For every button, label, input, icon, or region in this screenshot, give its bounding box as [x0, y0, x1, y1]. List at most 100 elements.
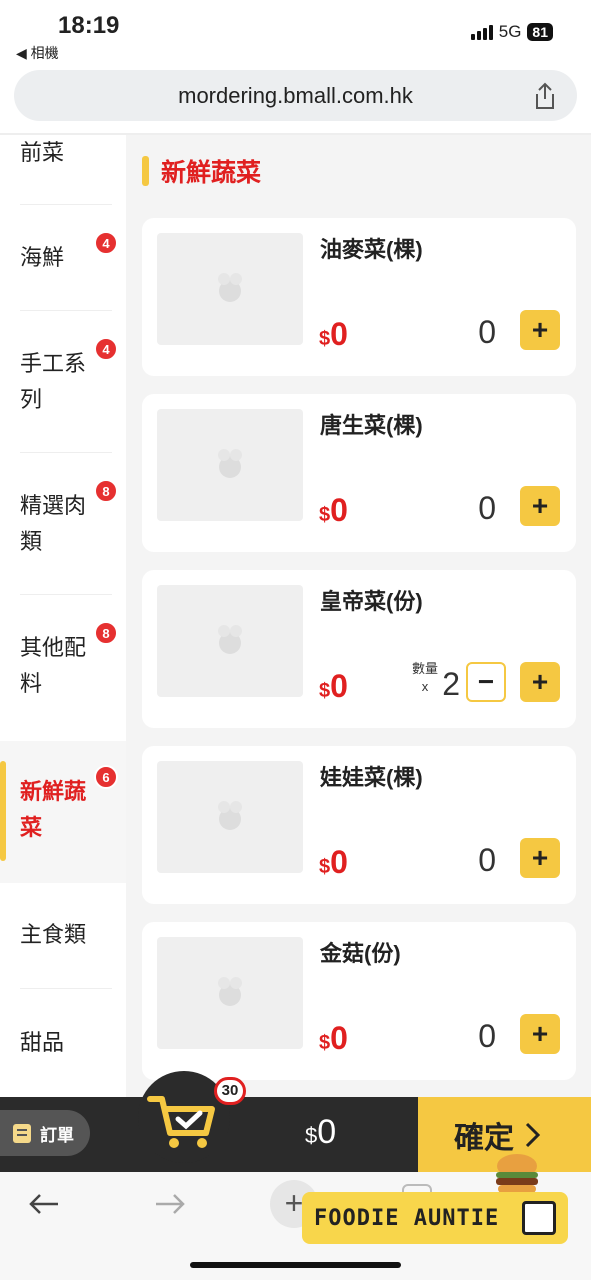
bee-logo-icon: [218, 977, 242, 1006]
watermark-text: FOODIE AUNTIE: [314, 1206, 500, 1231]
sidebar-item-starters[interactable]: 前菜: [0, 135, 126, 205]
category-label: 前菜: [20, 140, 65, 165]
quantity-value: 0: [478, 1018, 496, 1054]
product-price: $0: [319, 844, 348, 881]
product-price: $0: [319, 316, 348, 353]
category-label: 主食類: [20, 922, 87, 947]
sidebar-item-staples[interactable]: 主食類: [0, 883, 126, 989]
category-label: 手工系列: [20, 351, 87, 412]
clipboard-icon: [13, 1124, 31, 1143]
currency-symbol: $: [319, 680, 331, 702]
product-card: 金菇(份) $0 0 +: [142, 922, 576, 1080]
product-price: $0: [319, 492, 348, 529]
price-value: 0: [330, 844, 348, 880]
count-badge: 4: [94, 337, 118, 361]
product-name: 皇帝菜(份): [320, 589, 423, 614]
forward-arrow-icon[interactable]: [148, 1184, 192, 1224]
home-indicator: [190, 1262, 401, 1268]
product-image-placeholder: [157, 409, 303, 521]
product-price: $0: [319, 1020, 348, 1057]
sidebar-item-fresh-vegetables[interactable]: 新鮮蔬菜 6: [0, 741, 126, 883]
product-image-placeholder: [157, 233, 303, 345]
count-badge: 8: [94, 479, 118, 503]
bee-logo-icon: [218, 449, 242, 478]
burger-logo-icon: [496, 1154, 538, 1193]
product-card: 娃娃菜(棵) $0 0 +: [142, 746, 576, 904]
chevron-right-icon: [525, 1122, 541, 1147]
order-list-button[interactable]: 訂單: [0, 1110, 90, 1156]
category-label: 甜品: [20, 1030, 65, 1055]
category-sidebar: 前菜 海鮮 4 手工系列 4 精選肉類 8 其他配料 8 新鮮蔬菜 6 主食類 …: [0, 135, 126, 1097]
category-label: 精選肉類: [20, 493, 87, 554]
product-card: 唐生菜(棵) $0 0 +: [142, 394, 576, 552]
sidebar-item-other-toppings[interactable]: 其他配料 8: [0, 595, 126, 741]
count-badge: 6: [94, 765, 118, 789]
foodie-auntie-watermark: FOODIE AUNTIE: [302, 1192, 568, 1244]
status-bar: 18:19 ◀ 相機 5G 81: [0, 0, 591, 64]
price-value: 0: [330, 316, 348, 352]
category-label: 其他配料: [20, 635, 87, 696]
order-list-label: 訂單: [40, 1125, 74, 1145]
cart-total: $0: [305, 1113, 336, 1152]
bee-logo-icon: [218, 801, 242, 830]
add-button[interactable]: +: [520, 486, 560, 526]
share-icon[interactable]: [533, 82, 557, 110]
total-value: 0: [317, 1113, 337, 1151]
price-value: 0: [330, 1020, 348, 1056]
add-button[interactable]: +: [520, 310, 560, 350]
add-button[interactable]: +: [520, 838, 560, 878]
price-value: 0: [330, 668, 348, 704]
signal-icon: [470, 24, 493, 40]
product-name: 油麥菜(棵): [320, 237, 423, 262]
remove-button[interactable]: −: [466, 662, 506, 702]
price-value: 0: [330, 492, 348, 528]
sidebar-item-seafood[interactable]: 海鮮 4: [0, 205, 126, 311]
active-indicator: [0, 761, 6, 861]
cart-count-badge: 30: [214, 1077, 246, 1105]
quantity-value: 0: [478, 314, 496, 350]
product-name: 金菇(份): [320, 941, 401, 966]
product-image-placeholder: [157, 937, 303, 1049]
quantity-value: 0: [478, 490, 496, 526]
currency-symbol: $: [319, 856, 331, 878]
category-label: 新鮮蔬菜: [20, 779, 87, 840]
product-image-placeholder: [157, 761, 303, 873]
sidebar-item-meats[interactable]: 精選肉類 8: [0, 453, 126, 595]
bee-logo-icon: [218, 625, 242, 654]
back-arrow-icon[interactable]: [22, 1184, 66, 1224]
address-bar[interactable]: mordering.bmall.com.hk: [14, 70, 577, 121]
clock: 18:19: [58, 12, 120, 39]
battery-icon: 81: [527, 23, 553, 41]
sidebar-item-handmade[interactable]: 手工系列 4: [0, 311, 126, 453]
currency-symbol: $: [319, 504, 331, 526]
category-label: 海鮮: [20, 245, 65, 270]
quantity-value: 2: [442, 666, 460, 702]
quantity-multiplier: x: [421, 679, 429, 694]
product-name: 唐生菜(棵): [320, 413, 423, 438]
currency-symbol: $: [305, 1123, 318, 1148]
heading-accent: [142, 156, 149, 186]
magnifier-icon: [522, 1201, 556, 1235]
bee-logo-icon: [218, 273, 242, 302]
currency-symbol: $: [319, 1032, 331, 1054]
back-to-app-link[interactable]: ◀ 相機: [16, 43, 59, 63]
quantity-caption-text: 數量: [411, 661, 438, 676]
product-list: 新鮮蔬菜 油麥菜(棵) $0 0 + 唐生菜(棵) $0 0 + 皇帝菜(份) …: [126, 135, 591, 1097]
add-button[interactable]: +: [520, 1014, 560, 1054]
count-badge: 8: [94, 621, 118, 645]
section-heading: 新鮮蔬菜: [142, 153, 261, 189]
product-price: $0: [319, 668, 348, 705]
sidebar-item-desserts[interactable]: 甜品: [0, 989, 126, 1097]
currency-symbol: $: [319, 328, 331, 350]
quantity-caption: 數量 x: [412, 660, 438, 696]
product-image-placeholder: [157, 585, 303, 697]
product-card: 油麥菜(棵) $0 0 +: [142, 218, 576, 376]
section-title: 新鮮蔬菜: [161, 159, 262, 187]
status-icons: 5G 81: [470, 22, 553, 42]
quantity-value: 0: [478, 842, 496, 878]
product-name: 娃娃菜(棵): [320, 765, 423, 790]
product-card: 皇帝菜(份) $0 數量 x 2 − +: [142, 570, 576, 728]
network-label: 5G: [498, 22, 522, 41]
add-button[interactable]: +: [520, 662, 560, 702]
url-text: mordering.bmall.com.hk: [178, 83, 413, 108]
